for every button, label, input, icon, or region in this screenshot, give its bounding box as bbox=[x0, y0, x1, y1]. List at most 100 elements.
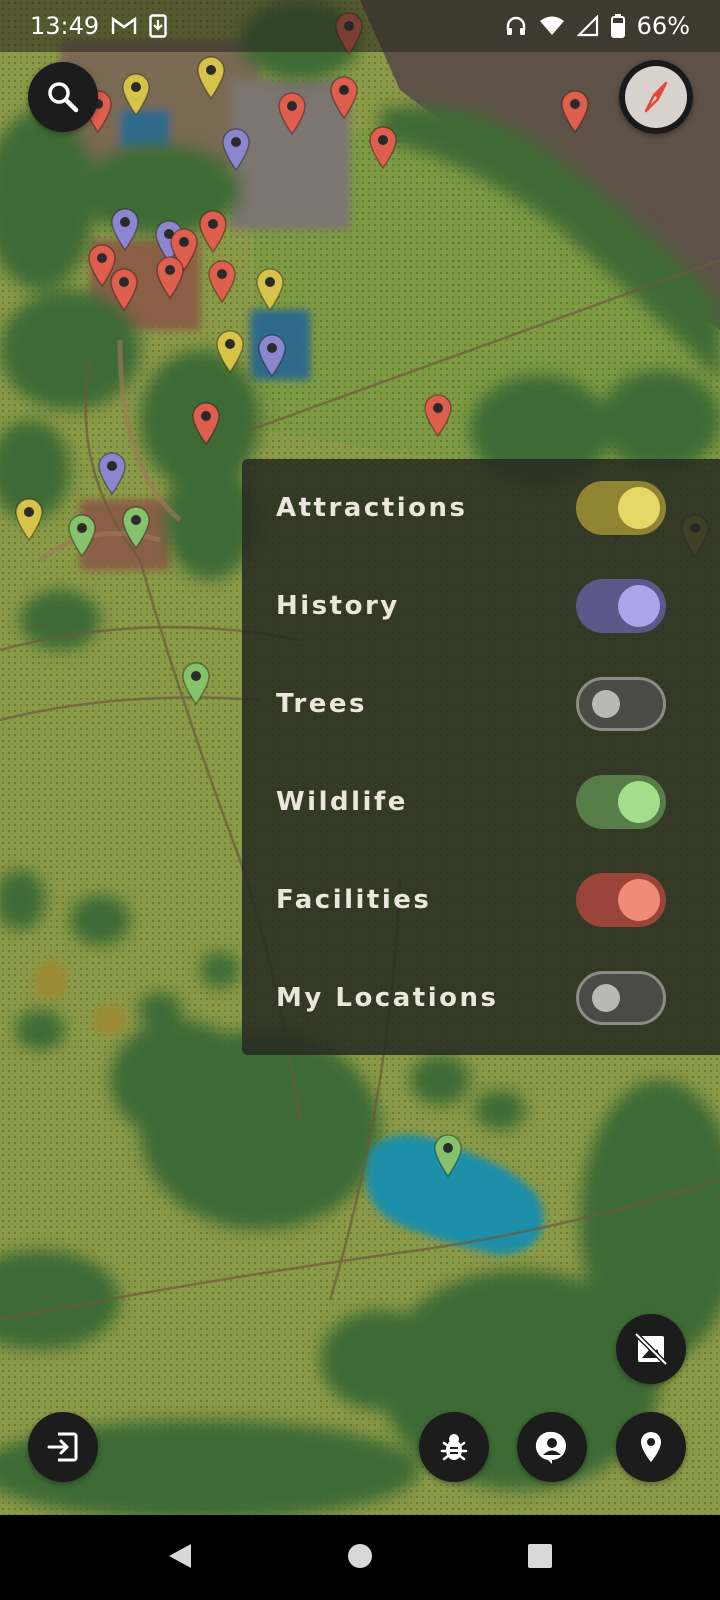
compass-icon bbox=[636, 77, 676, 117]
layer-row-trees[interactable]: Trees bbox=[242, 655, 720, 753]
layer-row-attractions[interactable]: Attractions bbox=[242, 459, 720, 557]
layer-label: Wildlife bbox=[276, 787, 408, 817]
home-button[interactable] bbox=[340, 1538, 380, 1578]
attractions-marker[interactable] bbox=[13, 496, 45, 542]
map-pin-icon bbox=[199, 210, 227, 254]
clock: 13:49 bbox=[30, 12, 100, 40]
trees-toggle[interactable] bbox=[576, 677, 666, 731]
recents-button[interactable] bbox=[520, 1538, 560, 1578]
layer-row-my-locations[interactable]: My Locations bbox=[242, 949, 720, 1047]
location-pin-icon bbox=[633, 1429, 669, 1465]
exit-icon bbox=[45, 1429, 81, 1465]
layer-label: Trees bbox=[276, 689, 367, 719]
facilities-marker[interactable] bbox=[367, 124, 399, 170]
layer-label: Facilities bbox=[276, 885, 432, 915]
account-pin-icon bbox=[534, 1429, 570, 1465]
wildlife-marker[interactable] bbox=[432, 1132, 464, 1178]
report-bug-button[interactable] bbox=[419, 1412, 489, 1482]
toggle-knob bbox=[592, 984, 620, 1012]
toggle-knob bbox=[618, 879, 660, 921]
my-locations-toggle[interactable] bbox=[576, 971, 666, 1025]
search-icon bbox=[46, 80, 80, 114]
facilities-marker[interactable] bbox=[276, 90, 308, 136]
toggle-knob bbox=[618, 487, 660, 529]
bug-icon bbox=[436, 1429, 472, 1465]
compass-button[interactable] bbox=[619, 60, 693, 134]
map-pin-icon bbox=[330, 76, 358, 120]
wildlife-marker[interactable] bbox=[180, 660, 212, 706]
map-pin-icon bbox=[216, 330, 244, 374]
headphones-icon bbox=[505, 15, 527, 37]
map-pin-icon bbox=[122, 73, 150, 117]
map-pin-icon bbox=[156, 256, 184, 300]
history-marker[interactable] bbox=[96, 450, 128, 496]
layer-label: Attractions bbox=[276, 493, 468, 523]
facilities-marker[interactable] bbox=[197, 208, 229, 254]
back-icon bbox=[167, 1542, 193, 1574]
facilities-marker[interactable] bbox=[190, 400, 222, 446]
map-pin-icon bbox=[369, 126, 397, 170]
recents-icon bbox=[527, 1543, 553, 1573]
back-button[interactable] bbox=[160, 1538, 200, 1578]
signal-icon bbox=[576, 15, 599, 37]
layer-label: My Locations bbox=[276, 983, 499, 1013]
history-marker[interactable] bbox=[256, 332, 288, 378]
map-pin-icon bbox=[561, 90, 589, 134]
attractions-marker[interactable] bbox=[120, 71, 152, 117]
attractions-toggle[interactable] bbox=[576, 481, 666, 535]
search-button[interactable] bbox=[28, 62, 98, 132]
map-pin-icon bbox=[434, 1134, 462, 1178]
map-pin-icon bbox=[15, 498, 43, 542]
system-nav-bar bbox=[0, 1515, 720, 1600]
download-notification-icon bbox=[149, 14, 167, 38]
attractions-marker[interactable] bbox=[254, 266, 286, 312]
facilities-marker[interactable] bbox=[154, 254, 186, 300]
wildlife-marker[interactable] bbox=[120, 504, 152, 550]
map-pin-icon bbox=[222, 128, 250, 172]
toggle-imagery-button[interactable] bbox=[616, 1314, 686, 1384]
toggle-knob bbox=[618, 585, 660, 627]
history-marker[interactable] bbox=[220, 126, 252, 172]
history-toggle[interactable] bbox=[576, 579, 666, 633]
map-pin-icon bbox=[98, 452, 126, 496]
app-screen: 13:49 66% Attractions History Trees Wild… bbox=[0, 0, 720, 1600]
wifi-icon bbox=[539, 16, 565, 36]
attractions-marker[interactable] bbox=[195, 54, 227, 100]
gmail-icon bbox=[111, 16, 137, 36]
facilities-marker[interactable] bbox=[559, 88, 591, 134]
layer-row-history[interactable]: History bbox=[242, 557, 720, 655]
map-pin-icon bbox=[197, 56, 225, 100]
compass-face bbox=[625, 66, 687, 128]
profile-button[interactable] bbox=[517, 1412, 587, 1482]
wildlife-marker[interactable] bbox=[66, 512, 98, 558]
facilities-marker[interactable] bbox=[422, 392, 454, 438]
facilities-marker[interactable] bbox=[108, 266, 140, 312]
layer-row-wildlife[interactable]: Wildlife bbox=[242, 753, 720, 851]
map-pin-icon bbox=[68, 514, 96, 558]
layer-row-facilities[interactable]: Facilities bbox=[242, 851, 720, 949]
map-pin-icon bbox=[278, 92, 306, 136]
my-location-button[interactable] bbox=[616, 1412, 686, 1482]
layer-label: History bbox=[276, 591, 400, 621]
map-pin-icon bbox=[192, 402, 220, 446]
exit-button[interactable] bbox=[28, 1412, 98, 1482]
home-icon bbox=[347, 1543, 373, 1573]
layer-filter-panel: Attractions History Trees Wildlife Facil… bbox=[242, 459, 720, 1055]
toggle-knob bbox=[592, 690, 620, 718]
map-pin-icon bbox=[110, 268, 138, 312]
map-pin-icon bbox=[258, 334, 286, 378]
wildlife-toggle[interactable] bbox=[576, 775, 666, 829]
map-pin-icon bbox=[182, 662, 210, 706]
map-pin-icon bbox=[256, 268, 284, 312]
attractions-marker[interactable] bbox=[214, 328, 246, 374]
image-off-icon bbox=[633, 1331, 669, 1367]
toggle-knob bbox=[618, 781, 660, 823]
battery-icon bbox=[610, 14, 625, 38]
map-pin-icon bbox=[208, 260, 236, 304]
facilities-marker[interactable] bbox=[206, 258, 238, 304]
facilities-marker[interactable] bbox=[328, 74, 360, 120]
map-pin-icon bbox=[424, 394, 452, 438]
status-bar: 13:49 66% bbox=[0, 0, 720, 52]
facilities-toggle[interactable] bbox=[576, 873, 666, 927]
battery-percent: 66% bbox=[636, 12, 690, 40]
